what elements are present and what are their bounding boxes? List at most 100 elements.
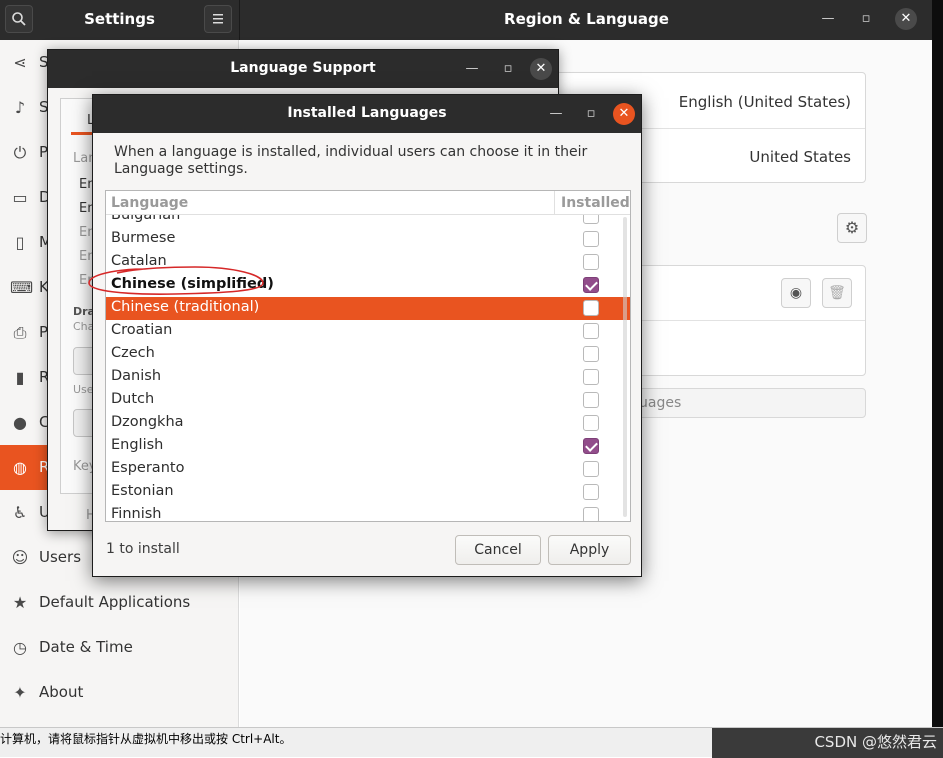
language-name: Chinese (traditional) <box>111 299 260 315</box>
remove-button[interactable]: 🗑 <box>822 278 852 308</box>
installed-checkbox[interactable] <box>583 277 599 293</box>
formats-value[interactable]: United States <box>749 148 851 166</box>
trash-icon: 🗑 <box>828 285 846 301</box>
languages-list[interactable]: Language Installed Bulgarian Burmese Catal… <box>105 190 631 522</box>
installed-checkbox[interactable] <box>583 507 599 521</box>
eye-icon: ◉ <box>789 285 803 301</box>
maximize-button[interactable]: ▫ <box>497 58 519 80</box>
language-row[interactable]: Burmese <box>106 228 630 251</box>
language-row[interactable]: Dutch <box>106 389 630 412</box>
sidebar-item-label: About <box>39 683 84 701</box>
removable-media-icon: ▮ <box>15 368 25 387</box>
installed-languages-headerbar: Installed Languages — ▫ ✕ <box>93 95 641 133</box>
gear-icon: ⚙ <box>844 218 860 237</box>
installed-checkbox[interactable] <box>583 392 599 408</box>
display-icon: ▭ <box>12 188 28 207</box>
installed-checkbox[interactable] <box>583 484 599 500</box>
power-icon: ⏻ <box>13 143 27 162</box>
close-button[interactable]: ✕ <box>895 8 917 30</box>
vm-status-bar: 计算机，请将鼠标指针从虚拟机中移出或按 Ctrl+Alt。 CSDN @悠然君云 <box>0 727 943 758</box>
close-button[interactable]: ✕ <box>613 103 635 125</box>
apply-button[interactable]: Apply <box>548 535 631 565</box>
sidebar-item[interactable]: ★ Default Applications <box>0 580 239 625</box>
close-icon: ✕ <box>618 106 630 121</box>
language-name: English <box>111 437 164 453</box>
minimize-button[interactable]: — <box>545 103 567 125</box>
installed-checkbox[interactable] <box>583 346 599 362</box>
language-name: Finnish <box>111 506 162 522</box>
sidebar-item-label: Date & Time <box>39 638 133 656</box>
watermark: CSDN @悠然君云 <box>814 733 937 751</box>
language-row[interactable]: Croatian <box>106 320 630 343</box>
language-row[interactable]: Danish <box>106 366 630 389</box>
installed-checkbox[interactable] <box>583 438 599 454</box>
installed-languages-description: When a language is installed, individual… <box>114 144 588 177</box>
minimize-icon: — <box>549 106 563 121</box>
vm-hint-message: 计算机，请将鼠标指针从虚拟机中移出或按 Ctrl+Alt。 <box>0 732 292 746</box>
keyboard-icon: ⌨ <box>10 278 34 297</box>
hamburger-menu-icon <box>213 14 223 24</box>
installed-languages-dialog: Installed Languages — ▫ ✕ When a languag… <box>88 94 642 577</box>
install-status: 1 to install <box>106 541 180 557</box>
accessibility-icon: ♿ <box>12 503 28 522</box>
minimize-icon: — <box>465 61 479 76</box>
language-name: Dzongkha <box>111 414 184 430</box>
language-value[interactable]: English (United States) <box>679 93 851 111</box>
language-name: Burmese <box>111 230 176 246</box>
language-row[interactable]: Czech <box>106 343 630 366</box>
maximize-button[interactable]: ▫ <box>855 8 877 30</box>
language-name: Czech <box>111 345 155 361</box>
maximize-button[interactable]: ▫ <box>580 103 602 125</box>
installed-checkbox[interactable] <box>583 369 599 385</box>
maximize-icon: ▫ <box>861 11 871 26</box>
preview-button[interactable]: ◉ <box>781 278 811 308</box>
installed-checkbox[interactable] <box>583 323 599 339</box>
close-icon: ✕ <box>535 61 547 76</box>
printer-icon: ⎙ <box>13 323 27 342</box>
language-row[interactable]: Dzongkha <box>106 412 630 435</box>
minimize-button[interactable]: — <box>817 8 839 30</box>
language-row[interactable]: Estonian <box>106 481 630 504</box>
language-row[interactable]: Chinese (traditional) <box>106 297 630 320</box>
sidebar-item-label: Default Applications <box>39 593 191 611</box>
use-label: Use <box>73 383 94 396</box>
star-icon: ★ <box>12 593 28 612</box>
user-icon: ☺ <box>11 548 29 567</box>
language-name: Danish <box>111 368 162 384</box>
language-name: Estonian <box>111 483 174 499</box>
about-icon: ✦ <box>13 683 27 702</box>
manage-languages-label: uages <box>639 395 682 411</box>
column-language-header[interactable]: Language <box>111 195 188 211</box>
installed-checkbox[interactable] <box>583 461 599 477</box>
sidebar-item-label: Users <box>39 548 82 566</box>
input-sources-options-button[interactable]: ⚙ <box>837 213 867 243</box>
scrollbar[interactable] <box>623 217 627 517</box>
close-icon: ✕ <box>900 11 912 26</box>
installed-checkbox[interactable] <box>583 415 599 431</box>
clock-icon: ◷ <box>13 638 27 657</box>
maximize-icon: ▫ <box>503 61 513 76</box>
installed-checkbox[interactable] <box>583 254 599 270</box>
language-name: Croatian <box>111 322 173 338</box>
installed-checkbox[interactable] <box>583 231 599 247</box>
share-icon: ⋖ <box>13 53 27 72</box>
primary-menu-button[interactable] <box>204 5 232 33</box>
language-row[interactable]: Finnish <box>106 504 630 522</box>
red-annotation-circle <box>88 266 264 295</box>
sidebar-item[interactable]: ✦ About <box>0 670 239 715</box>
column-installed-header[interactable]: Installed <box>554 191 630 215</box>
language-row[interactable]: Esperanto <box>106 458 630 481</box>
installed-checkbox[interactable] <box>583 300 599 316</box>
maximize-icon: ▫ <box>586 106 596 121</box>
vm-status-icons: CSDN @悠然君云 <box>712 728 943 758</box>
settings-headerbar-right: Region & Language — ▫ ✕ <box>239 0 932 40</box>
language-name: Esperanto <box>111 460 185 476</box>
minimize-button[interactable]: — <box>461 58 483 80</box>
sidebar-item[interactable]: ◷ Date & Time <box>0 625 239 670</box>
languages-list-header: Language Installed <box>106 191 630 215</box>
language-row[interactable]: English <box>106 435 630 458</box>
minimize-icon: — <box>821 11 835 26</box>
language-name: Dutch <box>111 391 155 407</box>
close-button[interactable]: ✕ <box>530 58 552 80</box>
cancel-button[interactable]: Cancel <box>455 535 541 565</box>
